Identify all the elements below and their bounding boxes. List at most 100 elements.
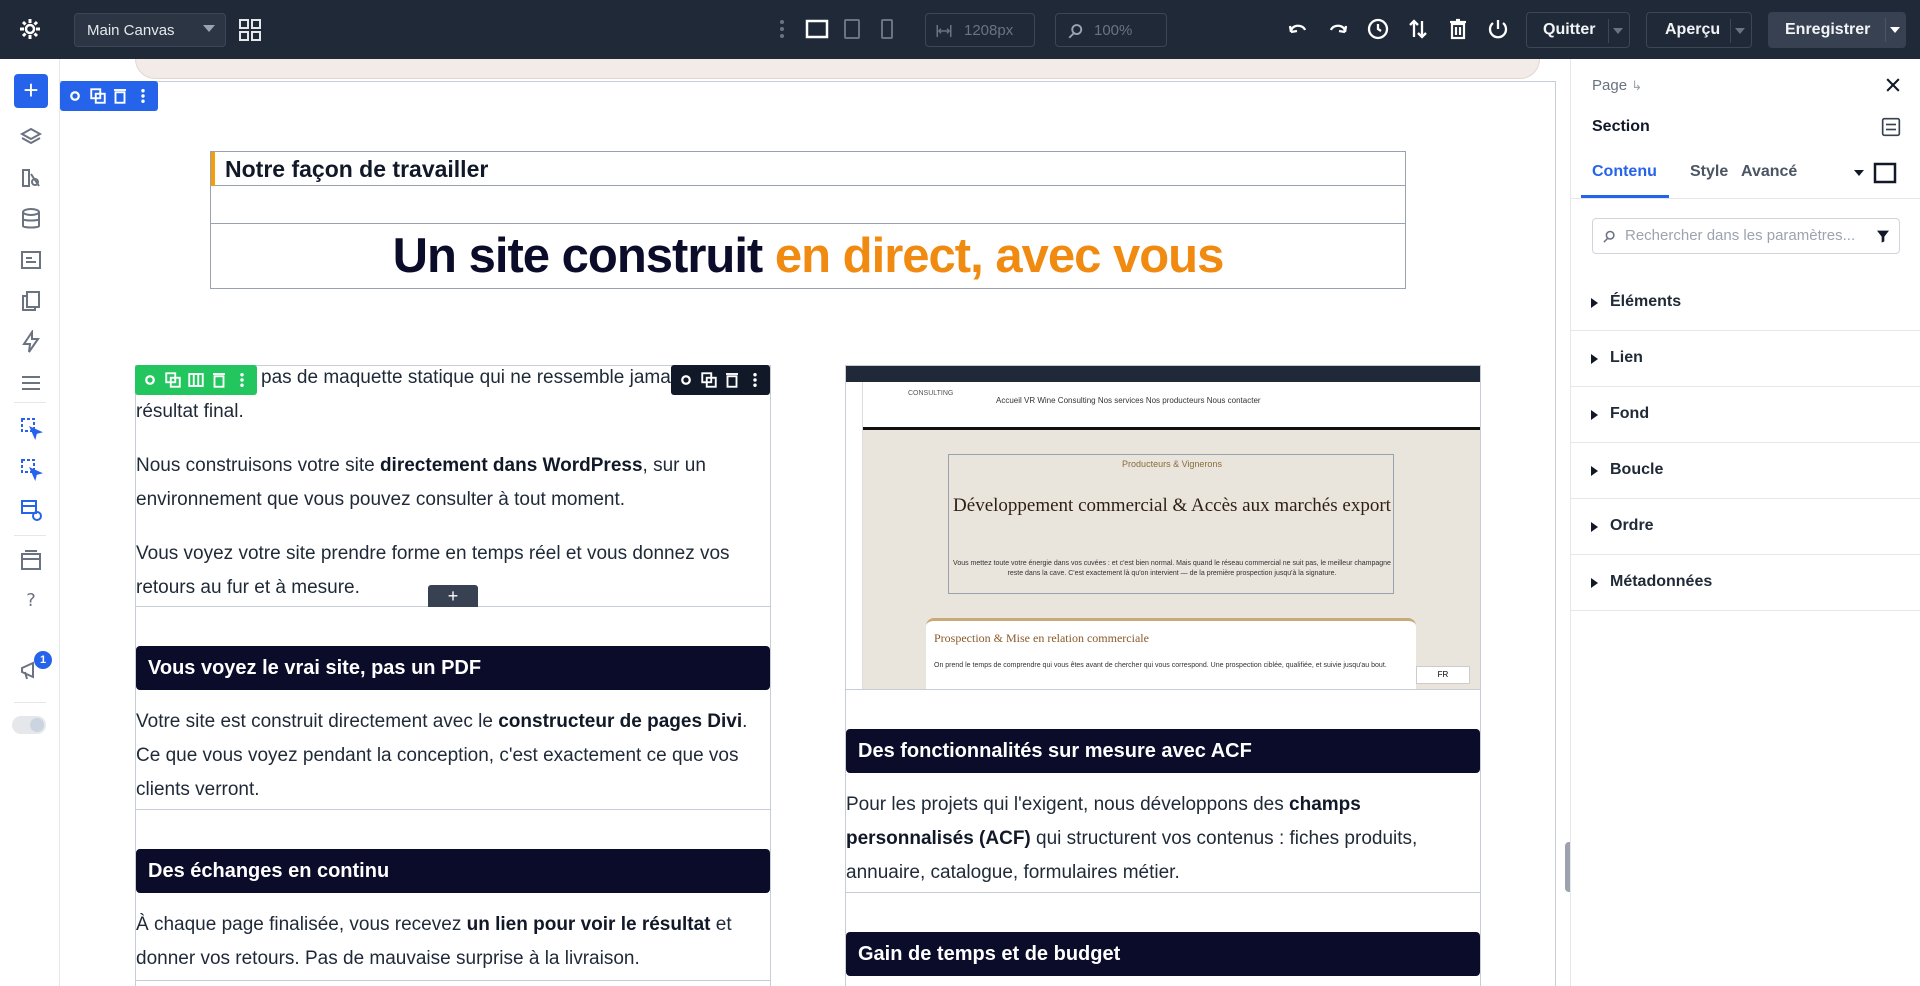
feature-heading[interactable]: Gain de temps et de budget xyxy=(846,932,1480,976)
breadcrumb[interactable]: Page ↳ xyxy=(1592,77,1642,94)
trash-icon[interactable] xyxy=(111,87,129,105)
return-arrow-icon: ↳ xyxy=(1631,78,1643,93)
cursor-select-icon[interactable] xyxy=(19,416,43,440)
more-icon[interactable] xyxy=(746,371,764,389)
text-paragraph: À chaque page finalisée, vous recevez un… xyxy=(136,914,732,969)
accordion-background[interactable]: Fond xyxy=(1571,387,1920,443)
shot-language: FR xyxy=(1416,666,1470,684)
database-icon[interactable] xyxy=(19,207,43,231)
canvas-width-value: 1208px xyxy=(964,21,1014,39)
form-icon[interactable] xyxy=(19,248,43,272)
trash-icon[interactable] xyxy=(1446,17,1470,41)
save-button[interactable]: Enregistrer xyxy=(1768,12,1906,48)
help-icon[interactable]: ? xyxy=(19,588,43,612)
settings-icon[interactable] xyxy=(677,371,695,389)
sliders-icon[interactable] xyxy=(1881,117,1901,137)
right-column[interactable]: CONSULTING Accueil VR Wine Consulting No… xyxy=(845,365,1481,986)
left-sidebar: + ? 1 xyxy=(0,59,60,986)
duplicate-icon[interactable] xyxy=(164,371,182,389)
gear-icon[interactable] xyxy=(18,17,42,41)
shot-body: Vous mettez toute votre énergie dans vos… xyxy=(953,560,1391,577)
settings-search-input[interactable]: Rechercher dans les paramètres... xyxy=(1592,218,1900,254)
window-icon[interactable] xyxy=(19,549,43,573)
accordion-link[interactable]: Lien xyxy=(1571,331,1920,387)
heading-module[interactable]: Notre façon de travailler Un site constr… xyxy=(210,151,1406,289)
shot-title: Développement commercial & Accès aux mar… xyxy=(953,495,1391,516)
settings-toggle[interactable] xyxy=(12,716,46,734)
list-icon[interactable] xyxy=(19,371,43,395)
feature-heading[interactable]: Des échanges en continu xyxy=(136,849,770,893)
section-title: Un site construit en direct, avec vous xyxy=(211,224,1405,288)
shot-kicker: Producteurs & Vignerons xyxy=(1122,459,1222,469)
sort-icon[interactable] xyxy=(1406,17,1430,41)
filter-icon[interactable] xyxy=(1875,228,1891,244)
caret-right-icon xyxy=(1591,466,1598,476)
tab-style[interactable]: Style xyxy=(1690,163,1728,181)
builder-canvas[interactable]: Notre façon de travailler Un site constr… xyxy=(60,59,1570,986)
responsive-view-icon[interactable] xyxy=(1873,161,1897,185)
settings-icon[interactable] xyxy=(66,87,84,105)
add-element-button[interactable]: + xyxy=(14,74,48,108)
text-paragraph: Nous construisons votre site directement… xyxy=(136,455,706,510)
trash-icon[interactable] xyxy=(210,371,228,389)
layout-eye-icon[interactable] xyxy=(19,498,43,522)
shot-card-body: On prend le temps de comprendre qui vous… xyxy=(934,662,1387,669)
phone-view-icon[interactable] xyxy=(875,17,899,41)
preview-button[interactable]: Aperçu xyxy=(1646,12,1752,48)
pages-icon[interactable] xyxy=(19,289,43,313)
more-icon[interactable] xyxy=(233,371,251,389)
lightning-icon[interactable] xyxy=(19,330,43,354)
notification-badge: 1 xyxy=(34,651,52,669)
duplicate-icon[interactable] xyxy=(89,87,107,105)
accordion-elements[interactable]: Éléments xyxy=(1571,275,1920,331)
shot-logo: CONSULTING xyxy=(908,390,954,397)
feature-heading[interactable]: Des fonctionnalités sur mesure avec ACF xyxy=(846,729,1480,773)
website-screenshot-image: CONSULTING Accueil VR Wine Consulting No… xyxy=(846,366,1480,690)
accordion-metadata[interactable]: Métadonnées xyxy=(1571,555,1920,611)
add-module-button[interactable]: + xyxy=(428,585,478,607)
caret-right-icon xyxy=(1591,354,1598,364)
chevron-down-icon[interactable] xyxy=(1890,27,1900,33)
layers-icon[interactable] xyxy=(19,126,43,150)
canvas-selector[interactable]: Main Canvas xyxy=(74,13,226,47)
zoom-input[interactable]: 100% xyxy=(1055,13,1167,47)
undo-icon[interactable] xyxy=(1286,17,1310,41)
tab-content[interactable]: Contenu xyxy=(1592,163,1657,181)
left-column[interactable]: pas de maquette statique qui ne ressembl… xyxy=(135,365,771,986)
title-accent-text: en direct, avec vous xyxy=(774,229,1224,283)
history-icon[interactable] xyxy=(1366,17,1390,41)
grid-icon[interactable] xyxy=(238,18,262,42)
panel-title: Section xyxy=(1592,118,1650,135)
drag-handle-icon[interactable] xyxy=(770,17,794,41)
more-icon[interactable] xyxy=(134,87,152,105)
tablet-view-icon[interactable] xyxy=(840,17,864,41)
search-icon xyxy=(1603,230,1615,243)
power-icon[interactable] xyxy=(1486,17,1510,41)
columns-icon[interactable] xyxy=(187,371,205,389)
chevron-down-icon[interactable] xyxy=(1735,28,1745,34)
trash-icon[interactable] xyxy=(723,371,741,389)
feature-heading[interactable]: Vous voyez le vrai site, pas un PDF xyxy=(136,646,770,690)
chevron-down-icon[interactable] xyxy=(1613,28,1623,34)
width-icon xyxy=(936,25,952,37)
redo-icon[interactable] xyxy=(1326,17,1350,41)
quit-button[interactable]: Quitter xyxy=(1526,12,1630,48)
settings-icon[interactable] xyxy=(141,371,159,389)
library-icon[interactable] xyxy=(19,166,43,190)
module-toolbar xyxy=(671,365,770,395)
previous-section-edge xyxy=(135,59,1540,79)
section-toolbar xyxy=(60,81,158,111)
cursor-multi-icon[interactable] xyxy=(19,457,43,481)
close-icon[interactable] xyxy=(1883,75,1903,95)
desktop-view-icon[interactable] xyxy=(805,17,829,41)
text-module[interactable]: pas de maquette statique qui ne ressembl… xyxy=(136,366,770,606)
duplicate-icon[interactable] xyxy=(700,371,718,389)
settings-panel: Page ↳ Section Contenu Style Avancé Rech… xyxy=(1570,59,1920,986)
accordion-order[interactable]: Ordre xyxy=(1571,499,1920,555)
accordion-loop[interactable]: Boucle xyxy=(1571,443,1920,499)
tab-advanced[interactable]: Avancé xyxy=(1741,163,1797,181)
caret-right-icon xyxy=(1591,522,1598,532)
canvas-width-input[interactable]: 1208px xyxy=(925,13,1035,47)
chevron-down-icon[interactable] xyxy=(1854,170,1864,176)
caret-right-icon xyxy=(1591,298,1598,308)
